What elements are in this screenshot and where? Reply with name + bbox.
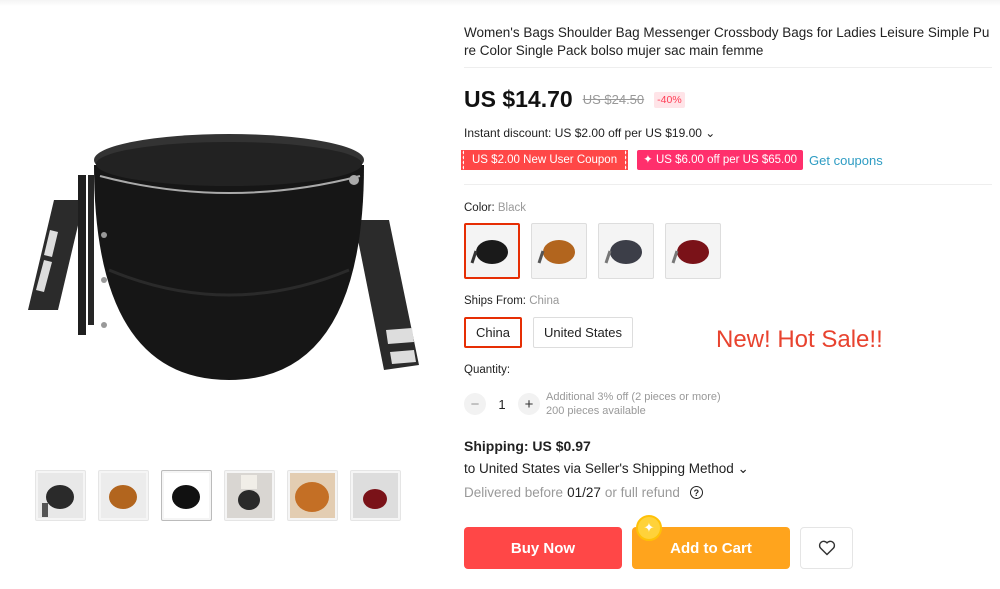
instant-discount[interactable]: Instant discount: US $2.00 off per US $1… <box>464 126 715 140</box>
product-title: Women's Bags Shoulder Bag Messenger Cros… <box>464 25 990 58</box>
quantity-info: Additional 3% off (2 pieces or more) 200… <box>546 391 721 417</box>
thumbnail-2[interactable] <box>98 470 149 521</box>
selected-color: Black <box>497 202 526 214</box>
main-product-image <box>14 80 434 410</box>
thumbnail-1[interactable] <box>35 470 86 521</box>
buy-now-button[interactable]: Buy Now <box>464 527 622 569</box>
ships-from-united-states[interactable]: United States <box>532 317 634 348</box>
wishlist-button[interactable] <box>800 527 853 569</box>
price-row: US $14.70 US $24.50 -40% <box>464 86 685 113</box>
get-coupons-link[interactable]: Get coupons <box>809 153 883 168</box>
ships-from-china[interactable]: China <box>464 317 522 348</box>
page-top-shadow <box>0 0 1000 6</box>
store-coupon[interactable]: ✦ US $6.00 off per US $65.00 <box>637 150 804 170</box>
delivery-estimate: Delivered before 01/27 or full refund ? <box>464 485 703 500</box>
color-label: Color: Black <box>464 202 526 214</box>
thumbnail-6[interactable] <box>350 470 401 521</box>
thumbnail-4[interactable] <box>224 470 275 521</box>
current-price: US $14.70 <box>464 86 573 112</box>
color-swatch-gray[interactable] <box>598 223 654 279</box>
quantity-minus-button[interactable]: − <box>464 393 486 415</box>
ships-from-label: Ships From: China <box>464 295 560 307</box>
shipping-method[interactable]: to United States via Seller's Shipping M… <box>464 461 749 477</box>
quantity-plus-button[interactable]: + <box>518 393 540 415</box>
quantity-stepper: − 1 + Additional 3% off (2 pieces or mor… <box>464 390 721 418</box>
original-price: US $24.50 <box>582 92 645 107</box>
shipping-cost: Shipping: US $0.97 <box>464 438 591 454</box>
ships-from-options: China United States <box>464 317 634 348</box>
coupon-row: US $2.00 New User Coupon ✦ US $6.00 off … <box>464 150 883 170</box>
thumbnail-list <box>35 470 401 521</box>
color-swatches <box>464 223 721 279</box>
heart-icon <box>818 540 835 556</box>
color-swatch-brown[interactable] <box>531 223 587 279</box>
quantity-label: Quantity: <box>464 364 511 376</box>
thumbnail-3[interactable] <box>161 470 212 521</box>
selected-ships-from: China <box>529 295 560 307</box>
help-icon[interactable]: ? <box>689 486 703 499</box>
color-swatch-black[interactable] <box>464 223 520 279</box>
title-divider <box>464 67 992 68</box>
quantity-value[interactable]: 1 <box>486 397 518 412</box>
hot-sale-promo: New! Hot Sale!! <box>716 326 883 353</box>
discount-badge: -40% <box>654 91 685 108</box>
price-divider <box>464 184 992 185</box>
coin-icon: ✦ <box>636 515 662 541</box>
color-swatch-red[interactable] <box>665 223 721 279</box>
delivery-date: 01/27 <box>567 485 601 500</box>
thumbnail-5[interactable] <box>287 470 338 521</box>
new-user-coupon[interactable]: US $2.00 New User Coupon <box>464 150 629 170</box>
